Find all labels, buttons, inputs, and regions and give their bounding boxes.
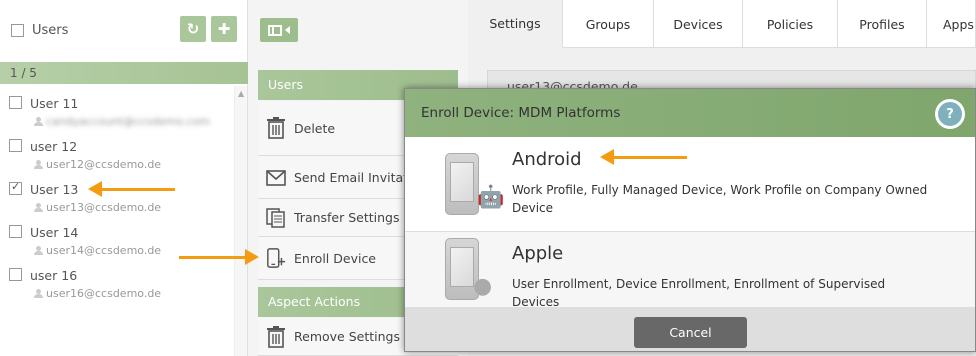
apple-title: Apple <box>512 243 564 264</box>
user-name: user 12 <box>30 139 78 154</box>
callout-arrow-user13 <box>88 181 175 197</box>
selection-counter: 1 / 5 <box>0 62 248 84</box>
delete-label: Delete <box>294 120 336 136</box>
user-name: User 14 <box>30 225 79 240</box>
dialog-footer: Cancel <box>405 308 975 351</box>
user-list-scrollbar[interactable]: ▲ <box>234 86 247 356</box>
user-list-item[interactable]: user 12 user12@ccsdemo.de <box>0 137 234 180</box>
help-button[interactable]: ? <box>935 99 965 129</box>
user-email: user16@ccsdemo.de <box>46 287 162 300</box>
enroll-device-label: Enroll Device <box>294 250 377 266</box>
transfer-settings-label: Transfer Settings <box>294 210 400 225</box>
user-list-item[interactable]: user 16 user16@ccsdemo.de <box>0 266 234 309</box>
remove-settings-label: Remove Settings <box>294 329 400 344</box>
apple-description: User Enrollment, Device Enrollment, Enro… <box>512 277 886 309</box>
user-list-item[interactable]: User 13 user13@ccsdemo.de <box>0 180 234 223</box>
person-icon <box>34 160 43 169</box>
transfer-document-icon <box>266 207 286 228</box>
trash-icon <box>266 117 286 139</box>
dialog-title: Enroll Device: MDM Platforms <box>421 105 621 121</box>
user-name: User 11 <box>30 96 79 111</box>
android-title: Android <box>512 149 582 170</box>
person-icon <box>34 289 43 298</box>
refresh-button[interactable]: ↻ <box>180 16 206 42</box>
android-robot-icon: 🤖 <box>477 185 505 210</box>
user-email: candyaccount@ccsdemo.com <box>46 115 210 128</box>
users-panel: Users ↻ ✚ 1 / 5 User 11 candyaccount@ccs… <box>0 0 248 356</box>
user-checkbox[interactable] <box>9 180 22 195</box>
user-email: user12@ccsdemo.de <box>46 158 162 171</box>
user-name: user 16 <box>30 268 78 283</box>
android-platform-option[interactable]: 🤖 Android Work Profile, Fully Managed De… <box>405 137 975 232</box>
tab-profiles[interactable]: Profiles <box>838 0 927 48</box>
callout-arrow-android <box>600 149 687 165</box>
tab-groups[interactable]: Groups <box>563 0 654 48</box>
panel-toggle-button[interactable] <box>260 18 298 42</box>
tab-apps[interactable]: Apps <box>927 0 976 48</box>
dialog-header: Enroll Device: MDM Platforms ? <box>405 89 975 137</box>
tab-policies[interactable]: Policies <box>743 0 838 48</box>
help-icon: ? <box>938 102 962 126</box>
android-description: Work Profile, Fully Managed Device, Work… <box>512 183 928 215</box>
enroll-device-icon <box>266 248 286 268</box>
user-checkbox[interactable] <box>9 96 22 109</box>
refresh-icon: ↻ <box>186 20 200 38</box>
select-all-checkbox[interactable] <box>11 23 24 37</box>
user-email: user13@ccsdemo.de <box>46 201 162 214</box>
apple-platform-option[interactable]: ● Apple User Enrollment, Device Enrollme… <box>405 232 975 309</box>
person-icon <box>34 117 43 126</box>
envelope-icon <box>266 168 286 188</box>
apple-logo-icon: ● <box>473 274 493 299</box>
user-name: User 13 <box>30 182 79 197</box>
user-checkbox[interactable] <box>9 139 22 152</box>
android-phone-icon <box>445 153 479 215</box>
person-icon <box>34 203 43 212</box>
tab-devices[interactable]: Devices <box>654 0 743 48</box>
user-list-item[interactable]: User 14 user14@ccsdemo.de <box>0 223 234 266</box>
add-user-button[interactable]: ✚ <box>211 16 237 42</box>
users-header: Users <box>0 0 247 60</box>
user-checkbox[interactable] <box>9 225 22 238</box>
plus-icon: ✚ <box>217 20 231 38</box>
cancel-button[interactable]: Cancel <box>634 317 747 348</box>
users-title: Users <box>32 22 69 38</box>
enroll-device-dialog: Enroll Device: MDM Platforms ? 🤖 Android… <box>404 88 976 352</box>
tab-settings[interactable]: Settings <box>468 0 563 48</box>
callout-arrow-enroll-device <box>179 249 259 265</box>
user-email: user14@ccsdemo.de <box>46 244 162 257</box>
tab-bar: Settings Groups Devices Policies Profile… <box>468 0 976 48</box>
scroll-up-icon[interactable]: ▲ <box>238 89 244 98</box>
person-icon <box>34 246 43 255</box>
user-list: User 11 candyaccount@ccsdemo.com user 12… <box>0 94 234 309</box>
trash-icon <box>266 325 286 348</box>
user-list-item[interactable]: User 11 candyaccount@ccsdemo.com <box>0 94 234 137</box>
collapse-arrow-icon <box>285 26 290 34</box>
user-checkbox[interactable] <box>9 268 22 281</box>
panel-toggle-icon <box>268 24 282 36</box>
